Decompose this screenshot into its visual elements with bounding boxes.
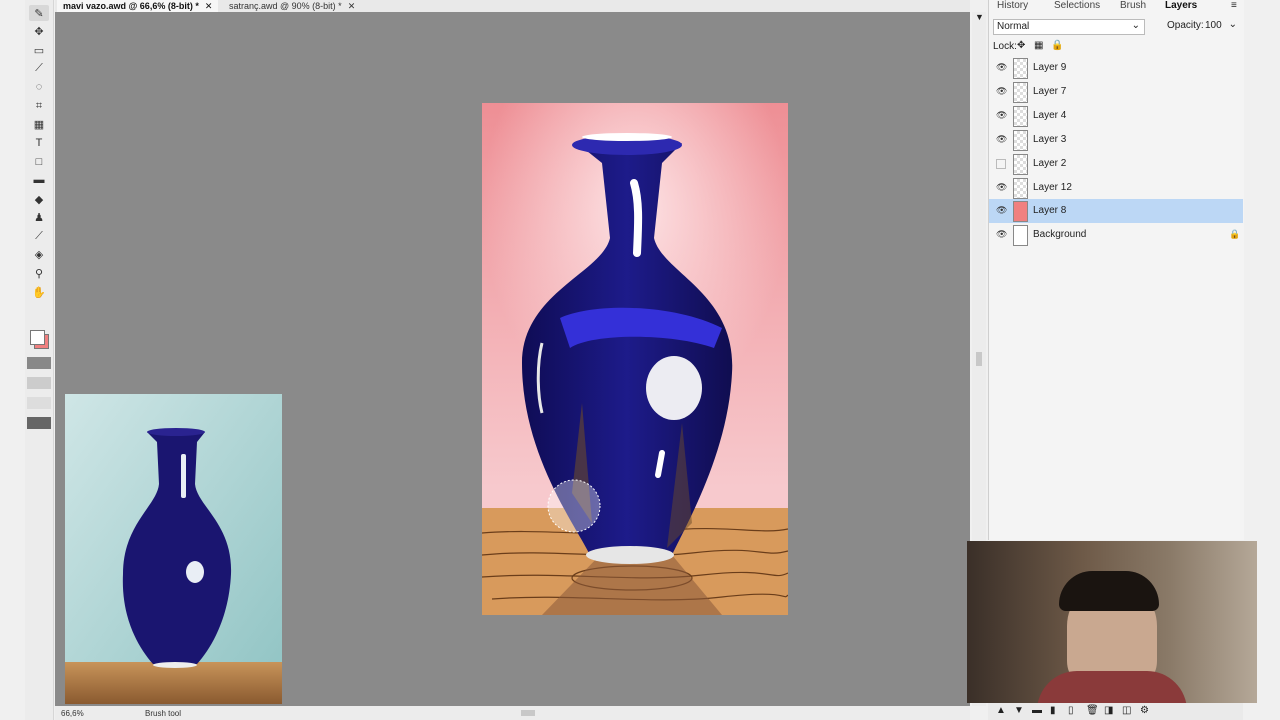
lock-all-icon[interactable]: 🔒 [1051, 40, 1063, 51]
layer-thumbnail [1013, 225, 1028, 247]
layer-name: Layer 2 [1033, 157, 1067, 169]
status-bar: 66,6% Brush tool [55, 706, 970, 720]
chevron-down-icon[interactable]: ⌄ [1229, 19, 1237, 30]
adjust-icon[interactable]: ◫ [1122, 705, 1131, 716]
eye-icon[interactable]: 👁 [996, 206, 1007, 215]
marquee-tool-icon[interactable]: ▭ [29, 42, 49, 58]
layer-row[interactable]: 👁 Layer 9 [989, 56, 1243, 80]
brush-texture-icon[interactable] [27, 397, 51, 409]
brush-preset-icon[interactable] [27, 357, 51, 369]
tab-brush[interactable]: Brush [1120, 0, 1146, 12]
eraser-tool-icon[interactable]: ◆ [29, 191, 49, 207]
hand-tool-icon[interactable]: ✋ [29, 284, 49, 300]
layers-action-bar: ▲ ▼ ▬ ▮ ▯ 🗑 ◨ ◫ ⚙ [988, 703, 1243, 720]
eye-icon[interactable]: 👁 [996, 182, 1007, 192]
eyedropper-tool-icon[interactable]: ⟋ [29, 228, 49, 244]
eye-icon[interactable]: 👁 [996, 110, 1007, 120]
layer-thumbnail [1013, 201, 1028, 223]
reference-image [65, 394, 282, 704]
artwork-canvas[interactable] [482, 103, 788, 615]
layer-name: Background [1033, 229, 1087, 241]
layer-thumbnail [1013, 58, 1028, 79]
opacity-label: Opacity: [1167, 20, 1204, 31]
layer-row[interactable]: 👁 Layer 3 [989, 128, 1243, 152]
layer-thumbnail [1013, 177, 1028, 199]
duplicate-layer-icon[interactable]: ▯ [1068, 705, 1074, 716]
layer-row[interactable]: 👁 Layer 8 [989, 199, 1243, 224]
document-tab-satranc[interactable]: satranç.awd @ 90% (8-bit) * ✕ [223, 0, 361, 12]
chevron-down-icon: ⌄ [1131, 20, 1140, 31]
fill-tool-icon[interactable]: ◈ [29, 247, 49, 263]
lock-icon[interactable]: 🔒 [1229, 229, 1240, 240]
webcam-overlay [967, 541, 1257, 703]
layer-row[interactable]: 👁 Layer 4 [989, 104, 1243, 128]
text-tool-icon[interactable]: T [29, 135, 49, 151]
magic-wand-icon[interactable]: ⟋ [29, 61, 49, 77]
crop-tool-icon[interactable]: ⌗ [29, 98, 49, 114]
brush-shape-icon[interactable] [27, 377, 51, 389]
brush-settings-icon[interactable] [27, 417, 51, 429]
zoom-level[interactable]: 66,6% [61, 709, 84, 718]
layer-name: Layer 8 [1033, 205, 1067, 217]
move-tool-icon[interactable]: ✥ [29, 24, 49, 40]
layer-thumbnail [1013, 129, 1028, 151]
layer-row[interactable]: 👁 Layer 12 [989, 176, 1243, 200]
brush-tool-icon[interactable]: ✎ [29, 5, 49, 21]
eye-icon[interactable]: 👁 [996, 63, 1007, 72]
panel-collapse-icon[interactable]: ▼ [975, 12, 984, 22]
grid-tool-icon[interactable]: ▦ [29, 117, 49, 133]
mask-icon[interactable]: ◨ [1104, 705, 1113, 716]
layer-thumbnail [1013, 105, 1028, 127]
canvas-area[interactable] [55, 12, 970, 706]
eye-icon[interactable]: 👁 [996, 134, 1007, 144]
lock-position-icon[interactable]: ✥ [1017, 40, 1025, 51]
lasso-tool-icon[interactable]: ◌ [29, 79, 49, 95]
eye-icon[interactable]: 👁 [996, 230, 1007, 239]
close-icon[interactable]: ✕ [205, 1, 213, 11]
shape-tool-icon[interactable]: □ [29, 154, 49, 170]
current-tool-label: Brush tool [145, 709, 182, 718]
blend-mode-select[interactable]: Normal ⌄ [993, 19, 1145, 35]
document-tab-mavi-vazo[interactable]: mavi vazo.awd @ 66,6% (8-bit) * ✕ [57, 0, 219, 12]
document-tabbar: mavi vazo.awd @ 66,6% (8-bit) * ✕ satranç… [55, 0, 970, 12]
tools-panel: ✎ ✥ ▭ ⟋ ◌ ⌗ ▦ T □ ▬ ◆ ♟ ⟋ ◈ ⚲ ✋ [25, 0, 54, 720]
layer-name: Layer 3 [1033, 133, 1067, 145]
move-up-icon[interactable]: ▲ [996, 705, 1006, 716]
layer-name: Layer 7 [1033, 85, 1067, 97]
layers-panel: History Selections Brush Layers ≡ Normal… [988, 0, 1244, 540]
settings-icon[interactable]: ⚙ [1140, 705, 1149, 716]
gradient-tool-icon[interactable]: ▬ [29, 172, 49, 188]
background-color-swatch[interactable] [30, 330, 45, 345]
lock-pixels-icon[interactable]: ▦ [1034, 40, 1043, 51]
eye-icon[interactable]: 👁 [996, 86, 1007, 96]
zoom-tool-icon[interactable]: ⚲ [29, 265, 49, 281]
lock-label: Lock: [993, 41, 1017, 52]
opacity-input[interactable]: 100 ⌄ [1203, 19, 1239, 33]
layer-row[interactable]: 👁 Background 🔒 [989, 223, 1243, 247]
layer-name: Layer 4 [1033, 109, 1067, 121]
tab-history[interactable]: History [997, 0, 1028, 12]
panel-menu-icon[interactable]: ≡ [1231, 0, 1237, 11]
horizontal-scrollbar[interactable] [521, 710, 535, 716]
eye-hidden-icon[interactable] [996, 158, 1006, 169]
layer-row[interactable]: Layer 2 [989, 152, 1243, 176]
close-icon[interactable]: ✕ [348, 1, 356, 11]
layer-thumbnail [1013, 153, 1028, 175]
layer-thumbnail [1013, 81, 1028, 103]
new-folder-icon[interactable]: ▬ [1032, 705, 1042, 716]
layer-row[interactable]: 👁 Layer 7 [989, 80, 1243, 104]
move-down-icon[interactable]: ▼ [1014, 705, 1024, 716]
layer-name: Layer 9 [1033, 62, 1067, 73]
layer-name: Layer 12 [1033, 181, 1072, 193]
tab-layers[interactable]: Layers [1165, 0, 1197, 12]
new-layer-icon[interactable]: ▮ [1050, 705, 1056, 716]
stamp-tool-icon[interactable]: ♟ [29, 210, 49, 226]
tab-selections[interactable]: Selections [1054, 0, 1100, 12]
delete-layer-icon[interactable]: 🗑 [1086, 705, 1099, 716]
